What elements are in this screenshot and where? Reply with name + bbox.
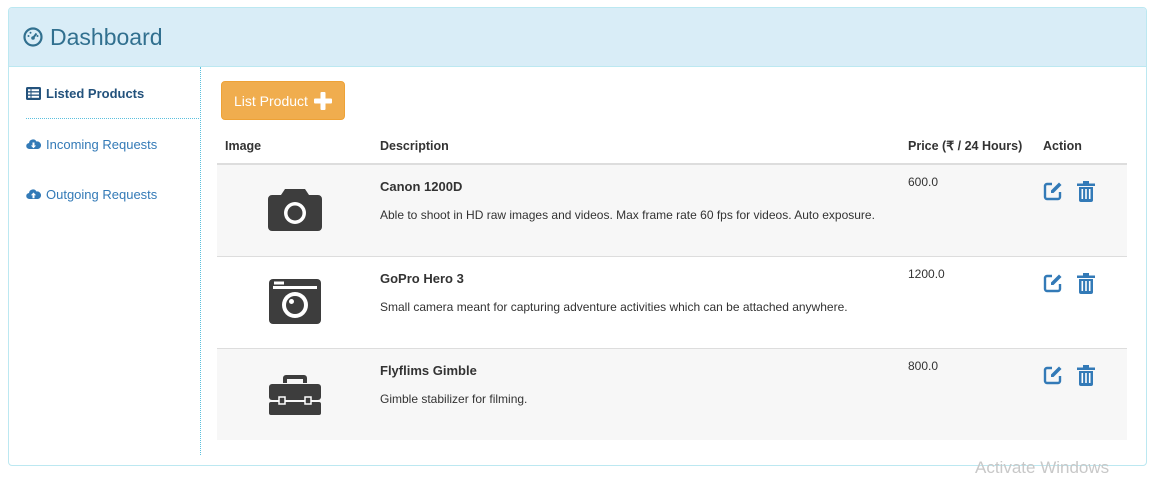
product-description: Small camera meant for capturing adventu… <box>380 299 848 314</box>
product-price: 1200.0 <box>900 255 1035 348</box>
sidebar-item-label: Listed Products <box>46 85 145 101</box>
column-header-image: Image <box>217 128 372 165</box>
trash-icon[interactable] <box>1077 364 1095 389</box>
camera-icon <box>267 185 322 236</box>
product-description: Gimble stabilizer for filming. <box>380 391 528 406</box>
table-row: GoPro Hero 3 Small camera meant for capt… <box>217 255 1127 348</box>
product-name: Flyflims Gimble <box>380 362 477 378</box>
edit-icon[interactable] <box>1043 365 1063 389</box>
sidebar-item-listed-products[interactable]: Listed Products <box>26 84 202 102</box>
edit-icon[interactable] <box>1043 181 1063 205</box>
page-title: Dashboard <box>50 23 163 50</box>
product-name: GoPro Hero 3 <box>380 270 464 286</box>
product-price: 800.0 <box>900 347 1035 440</box>
sidebar-item-label: Outgoing Requests <box>46 186 158 202</box>
trash-icon[interactable] <box>1077 181 1095 205</box>
table-row: Flyflims Gimble Gimble stabilizer for fi… <box>217 347 1127 440</box>
column-header-description: Description <box>372 128 900 165</box>
products-table: Image Description Price (₹ / 24 Hours) A… <box>217 128 1127 440</box>
plus-icon <box>313 91 332 110</box>
cloud-download-icon <box>26 138 41 151</box>
cloud-upload-icon <box>26 188 41 201</box>
column-header-price: Price (₹ / 24 Hours) <box>900 128 1035 165</box>
sidebar: Listed Products Incoming Requests Outgoi… <box>8 67 201 455</box>
product-name: Canon 1200D <box>380 179 463 194</box>
sidebar-item-incoming-requests[interactable]: Incoming Requests <box>26 135 202 153</box>
list-product-label: List Product <box>234 92 308 109</box>
trash-icon[interactable] <box>1077 272 1095 297</box>
sidebar-divider <box>26 118 201 119</box>
list-product-button[interactable]: List Product <box>221 81 345 120</box>
edit-icon[interactable] <box>1043 273 1063 297</box>
windows-activation-watermark: Activate Windows <box>975 458 1110 477</box>
list-icon <box>26 86 41 100</box>
panel-heading: Dashboard <box>9 8 1146 67</box>
camera-retro-icon <box>268 277 322 328</box>
dashboard-icon <box>23 27 43 47</box>
column-header-action: Action <box>1035 128 1127 165</box>
table-row: Canon 1200D Able to shoot in HD raw imag… <box>217 163 1127 256</box>
sidebar-item-outgoing-requests[interactable]: Outgoing Requests <box>26 185 202 203</box>
toolbox-icon <box>268 369 322 420</box>
product-price: 600.0 <box>900 163 1035 256</box>
sidebar-item-label: Incoming Requests <box>46 136 158 152</box>
product-description: Able to shoot in HD raw images and video… <box>380 208 875 222</box>
